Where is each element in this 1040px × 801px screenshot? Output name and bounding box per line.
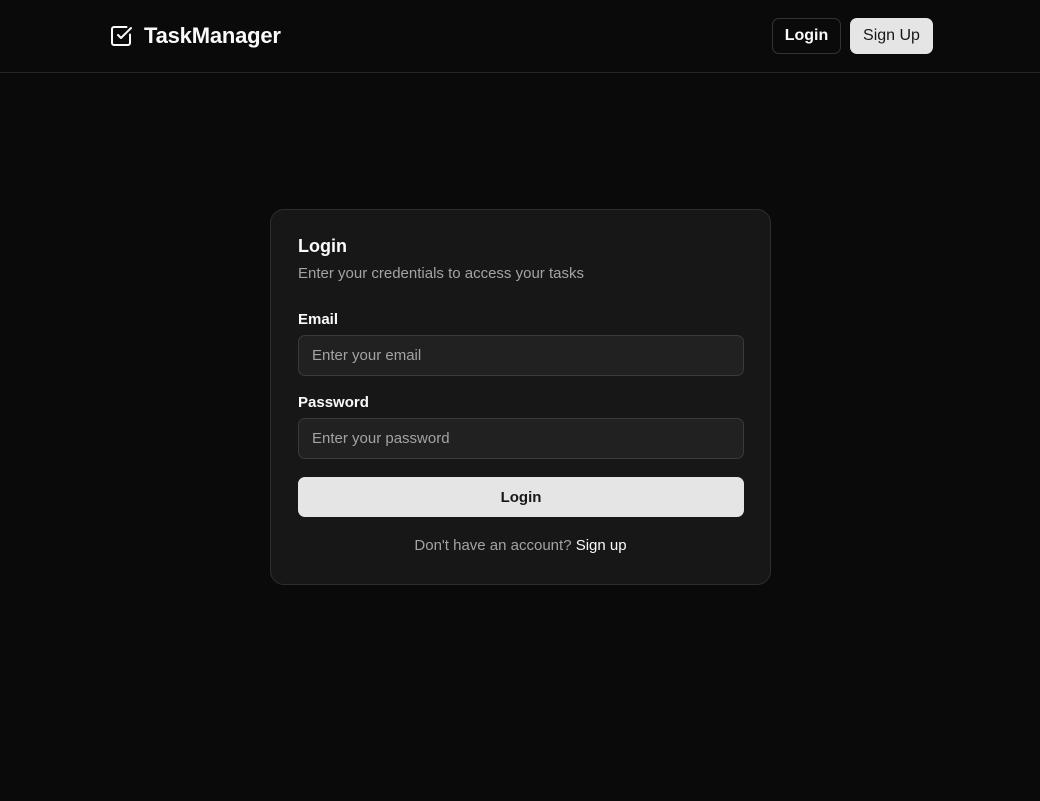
password-label: Password [298,394,369,411]
email-label: Email [298,311,339,328]
login-card: Login Enter your credentials to access y… [270,209,771,585]
signup-prompt-text: Don't have an account? [414,537,572,554]
signup-prompt: Don't have an account? Sign up [271,537,770,554]
checkbox-icon [109,24,133,48]
password-field[interactable] [298,418,744,459]
signup-link[interactable]: Sign up [576,537,627,554]
nav-login-button[interactable]: Login [772,18,841,54]
login-submit-button[interactable]: Login [298,477,744,517]
card-title: Login [298,236,347,256]
nav-signup-button[interactable]: Sign Up [850,18,933,54]
card-description: Enter your credentials to access your ta… [298,265,584,282]
brand[interactable]: TaskManager [109,22,281,50]
email-field[interactable] [298,335,744,376]
brand-name: TaskManager [144,23,281,48]
top-navbar: TaskManager Login Sign Up [0,0,1040,73]
